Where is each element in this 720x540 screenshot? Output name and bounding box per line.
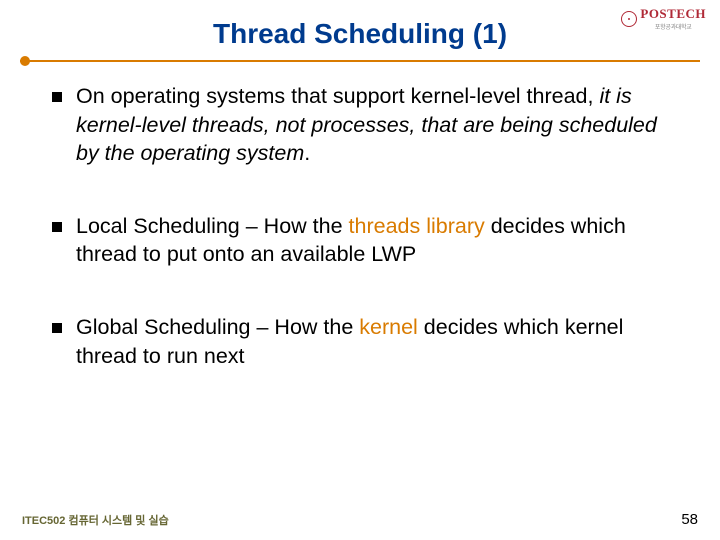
slide-title: Thread Scheduling (1) [213, 18, 507, 50]
logo-text: POSTECH [640, 6, 706, 22]
bullet-text: On operating systems that support kernel… [76, 82, 684, 168]
text-span: . [304, 141, 310, 165]
slide-footer: ITEC502 컴퓨터 시스템 및 실습 58 [22, 511, 698, 528]
text-span: Global Scheduling [76, 315, 251, 339]
bullet-item: Global Scheduling – How the kernel decid… [52, 313, 684, 370]
bullet-square-icon [52, 222, 62, 232]
divider-rule [20, 58, 700, 64]
bullet-text: Local Scheduling – How the threads libra… [76, 212, 684, 269]
text-span: On operating systems that support kernel… [76, 84, 599, 108]
postech-logo: POSTECH 포항공과대학교 [621, 6, 706, 31]
highlight-span: kernel [359, 315, 418, 339]
text-span: – How the [251, 315, 360, 339]
page-number: 58 [681, 511, 698, 528]
slide-body: On operating systems that support kernel… [0, 64, 720, 370]
bullet-square-icon [52, 92, 62, 102]
highlight-span: threads library [349, 214, 485, 238]
bullet-item: Local Scheduling – How the threads libra… [52, 212, 684, 269]
text-span: – How the [240, 214, 349, 238]
bullet-square-icon [52, 323, 62, 333]
rule-dot-icon [20, 56, 30, 66]
logo-subtext: 포항공과대학교 [640, 22, 706, 31]
text-span: Local Scheduling [76, 214, 240, 238]
footer-course: ITEC502 컴퓨터 시스템 및 실습 [22, 512, 169, 528]
logo-seal-icon [621, 11, 637, 27]
bullet-text: Global Scheduling – How the kernel decid… [76, 313, 684, 370]
bullet-item: On operating systems that support kernel… [52, 82, 684, 168]
